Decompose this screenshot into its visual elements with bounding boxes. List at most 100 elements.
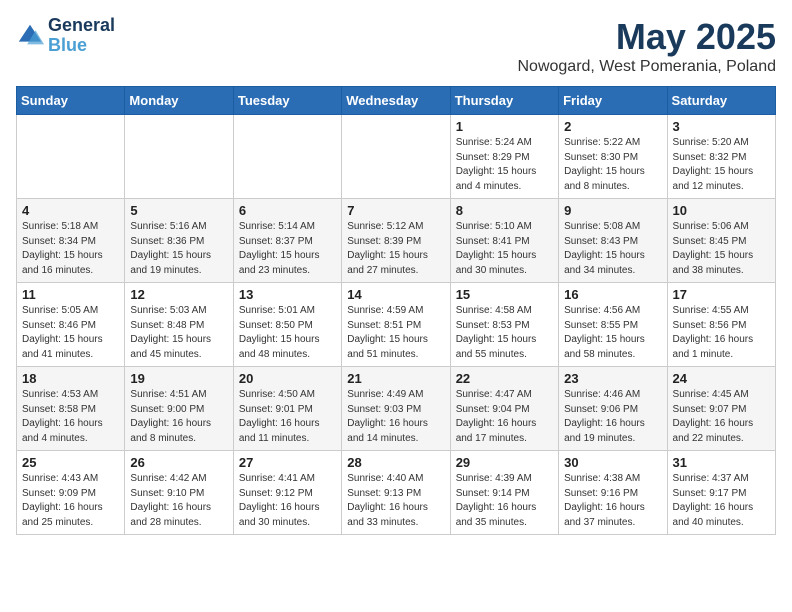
calendar-cell [17,115,125,199]
calendar-cell: 1 Sunrise: 5:24 AMSunset: 8:29 PMDaylight… [450,115,558,199]
day-number: 16 [564,287,661,302]
page-header: General Blue May 2025 Nowogard, West Pom… [16,16,776,76]
day-number: 15 [456,287,553,302]
day-info: Sunrise: 5:06 AMSunset: 8:45 PMDaylight:… [673,220,770,278]
day-number: 2 [564,119,661,134]
calendar-cell: 20 Sunrise: 4:50 AMSunset: 9:01 PMDayligh… [233,367,341,451]
day-number: 11 [22,287,119,302]
day-number: 27 [239,455,336,470]
day-info: Sunrise: 4:51 AMSunset: 9:00 PMDaylight:… [130,388,227,446]
day-info: Sunrise: 4:42 AMSunset: 9:10 PMDaylight:… [130,472,227,530]
day-info: Sunrise: 5:24 AMSunset: 8:29 PMDaylight:… [456,136,553,194]
month-title: May 2025 [517,16,776,58]
calendar-cell: 3 Sunrise: 5:20 AMSunset: 8:32 PMDaylight… [667,115,775,199]
day-info: Sunrise: 5:12 AMSunset: 8:39 PMDaylight:… [347,220,444,278]
calendar-cell: 21 Sunrise: 4:49 AMSunset: 9:03 PMDayligh… [342,367,450,451]
day-info: Sunrise: 4:50 AMSunset: 9:01 PMDaylight:… [239,388,336,446]
day-number: 22 [456,371,553,386]
day-info: Sunrise: 4:58 AMSunset: 8:53 PMDaylight:… [456,304,553,362]
day-number: 25 [22,455,119,470]
calendar-cell: 11Sunrise: 5:05 AMSunset: 8:46 PMDayligh… [17,283,125,367]
calendar-cell: 25 Sunrise: 4:43 AMSunset: 9:09 PMDayligh… [17,451,125,535]
day-number: 18 [22,371,119,386]
day-info: Sunrise: 4:49 AMSunset: 9:03 PMDaylight:… [347,388,444,446]
day-number: 14 [347,287,444,302]
location-title: Nowogard, West Pomerania, Poland [517,58,776,76]
day-info: Sunrise: 5:22 AMSunset: 8:30 PMDaylight:… [564,136,661,194]
calendar-week-row: 1 Sunrise: 5:24 AMSunset: 8:29 PMDaylight… [17,115,776,199]
calendar-cell: 19Sunrise: 4:51 AMSunset: 9:00 PMDayligh… [125,367,233,451]
calendar-week-row: 25 Sunrise: 4:43 AMSunset: 9:09 PMDayligh… [17,451,776,535]
weekday-header-friday: Friday [559,87,667,115]
day-number: 17 [673,287,770,302]
day-number: 21 [347,371,444,386]
day-info: Sunrise: 4:40 AMSunset: 9:13 PMDaylight:… [347,472,444,530]
day-info: Sunrise: 5:18 AMSunset: 8:34 PMDaylight:… [22,220,119,278]
day-info: Sunrise: 4:38 AMSunset: 9:16 PMDaylight:… [564,472,661,530]
calendar-cell: 28 Sunrise: 4:40 AMSunset: 9:13 PMDayligh… [342,451,450,535]
calendar-cell: 24 Sunrise: 4:45 AMSunset: 9:07 PMDayligh… [667,367,775,451]
day-number: 31 [673,455,770,470]
day-info: Sunrise: 4:45 AMSunset: 9:07 PMDaylight:… [673,388,770,446]
day-info: Sunrise: 5:16 AMSunset: 8:36 PMDaylight:… [130,220,227,278]
weekday-header-sunday: Sunday [17,87,125,115]
day-number: 9 [564,203,661,218]
day-number: 29 [456,455,553,470]
calendar-cell: 4 Sunrise: 5:18 AMSunset: 8:34 PMDaylight… [17,199,125,283]
day-number: 23 [564,371,661,386]
day-number: 3 [673,119,770,134]
calendar-week-row: 18 Sunrise: 4:53 AMSunset: 8:58 PMDayligh… [17,367,776,451]
calendar-table: SundayMondayTuesdayWednesdayThursdayFrid… [16,86,776,535]
day-number: 26 [130,455,227,470]
day-info: Sunrise: 5:20 AMSunset: 8:32 PMDaylight:… [673,136,770,194]
day-number: 20 [239,371,336,386]
day-number: 24 [673,371,770,386]
day-number: 28 [347,455,444,470]
calendar-cell: 6Sunrise: 5:14 AMSunset: 8:37 PMDaylight… [233,199,341,283]
day-number: 4 [22,203,119,218]
calendar-cell: 9 Sunrise: 5:08 AMSunset: 8:43 PMDaylight… [559,199,667,283]
day-number: 12 [130,287,227,302]
day-number: 5 [130,203,227,218]
day-number: 30 [564,455,661,470]
calendar-cell: 27 Sunrise: 4:41 AMSunset: 9:12 PMDayligh… [233,451,341,535]
calendar-cell: 26 Sunrise: 4:42 AMSunset: 9:10 PMDayligh… [125,451,233,535]
day-info: Sunrise: 4:37 AMSunset: 9:17 PMDaylight:… [673,472,770,530]
day-number: 10 [673,203,770,218]
calendar-cell [233,115,341,199]
logo-text: General Blue [48,16,115,56]
calendar-week-row: 4 Sunrise: 5:18 AMSunset: 8:34 PMDaylight… [17,199,776,283]
day-info: Sunrise: 4:56 AMSunset: 8:55 PMDaylight:… [564,304,661,362]
weekday-header-row: SundayMondayTuesdayWednesdayThursdayFrid… [17,87,776,115]
day-info: Sunrise: 4:39 AMSunset: 9:14 PMDaylight:… [456,472,553,530]
calendar-cell: 23Sunrise: 4:46 AMSunset: 9:06 PMDayligh… [559,367,667,451]
logo-icon [16,22,44,50]
calendar-cell: 31 Sunrise: 4:37 AMSunset: 9:17 PMDayligh… [667,451,775,535]
calendar-cell: 18 Sunrise: 4:53 AMSunset: 8:58 PMDayligh… [17,367,125,451]
day-info: Sunrise: 5:01 AMSunset: 8:50 PMDaylight:… [239,304,336,362]
calendar-week-row: 11Sunrise: 5:05 AMSunset: 8:46 PMDayligh… [17,283,776,367]
calendar-cell: 13Sunrise: 5:01 AMSunset: 8:50 PMDayligh… [233,283,341,367]
calendar-cell: 5 Sunrise: 5:16 AMSunset: 8:36 PMDaylight… [125,199,233,283]
day-number: 8 [456,203,553,218]
day-number: 7 [347,203,444,218]
day-info: Sunrise: 5:14 AMSunset: 8:37 PMDaylight:… [239,220,336,278]
day-number: 1 [456,119,553,134]
day-info: Sunrise: 5:10 AMSunset: 8:41 PMDaylight:… [456,220,553,278]
day-info: Sunrise: 4:53 AMSunset: 8:58 PMDaylight:… [22,388,119,446]
calendar-cell: 16 Sunrise: 4:56 AMSunset: 8:55 PMDayligh… [559,283,667,367]
calendar-cell: 15 Sunrise: 4:58 AMSunset: 8:53 PMDayligh… [450,283,558,367]
weekday-header-tuesday: Tuesday [233,87,341,115]
day-info: Sunrise: 4:43 AMSunset: 9:09 PMDaylight:… [22,472,119,530]
calendar-cell: 7 Sunrise: 5:12 AMSunset: 8:39 PMDaylight… [342,199,450,283]
weekday-header-monday: Monday [125,87,233,115]
day-info: Sunrise: 4:47 AMSunset: 9:04 PMDaylight:… [456,388,553,446]
calendar-cell: 29 Sunrise: 4:39 AMSunset: 9:14 PMDayligh… [450,451,558,535]
weekday-header-wednesday: Wednesday [342,87,450,115]
calendar-cell: 14Sunrise: 4:59 AMSunset: 8:51 PMDayligh… [342,283,450,367]
logo: General Blue [16,16,115,56]
calendar-cell: 8 Sunrise: 5:10 AMSunset: 8:41 PMDaylight… [450,199,558,283]
calendar-cell: 17Sunrise: 4:55 AMSunset: 8:56 PMDayligh… [667,283,775,367]
day-info: Sunrise: 4:41 AMSunset: 9:12 PMDaylight:… [239,472,336,530]
day-info: Sunrise: 5:08 AMSunset: 8:43 PMDaylight:… [564,220,661,278]
